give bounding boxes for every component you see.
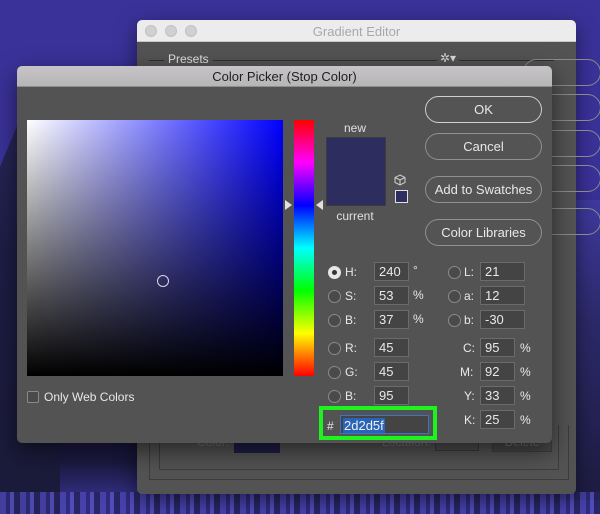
only-web-colors[interactable]: Only Web Colors <box>27 390 134 404</box>
hue-unit: ° <box>413 263 418 277</box>
new-color-swatch <box>326 137 386 171</box>
current-color-swatch[interactable] <box>326 171 386 206</box>
black-field[interactable]: 25 <box>480 410 515 429</box>
lab-l-radio[interactable] <box>448 266 461 279</box>
blue-radio[interactable] <box>328 390 341 403</box>
presets-label: Presets <box>164 52 213 66</box>
current-color-label: current <box>336 209 374 223</box>
yellow-unit: % <box>520 389 531 403</box>
hex-hash-label: # <box>327 419 334 433</box>
yellow-field[interactable]: 33 <box>480 386 515 405</box>
web-safe-color-swatch[interactable] <box>395 190 408 203</box>
hue-label: H: <box>345 265 357 279</box>
red-label: R: <box>345 341 357 355</box>
hue-slider[interactable] <box>294 120 314 376</box>
gradient-editor-titlebar: Gradient Editor <box>137 20 576 42</box>
color-cursor[interactable] <box>156 275 169 288</box>
red-radio[interactable] <box>328 342 341 355</box>
magenta-field[interactable]: 92 <box>480 362 515 381</box>
color-picker-dialog: Color Picker (Stop Color) new current OK… <box>17 66 552 443</box>
hue-slider-handle-right[interactable] <box>316 200 323 211</box>
cyan-field[interactable]: 95 <box>480 338 515 357</box>
cyan-label: C: <box>463 341 475 355</box>
green-label: G: <box>345 365 358 379</box>
green-field[interactable]: 45 <box>374 362 409 381</box>
brightness-unit: % <box>413 312 424 326</box>
green-radio[interactable] <box>328 366 341 379</box>
add-to-swatches-button[interactable]: Add to Swatches <box>425 176 542 203</box>
desktop-town <box>0 492 600 514</box>
color-libraries-button[interactable]: Color Libraries <box>425 219 542 246</box>
lab-a-radio[interactable] <box>448 290 461 303</box>
gradient-editor-title: Gradient Editor <box>312 24 401 39</box>
saturation-label: S: <box>345 289 357 303</box>
red-field[interactable]: 45 <box>374 338 409 357</box>
ok-button[interactable]: OK <box>425 96 542 123</box>
lab-b-field[interactable]: -30 <box>480 310 525 329</box>
brightness-label: B: <box>345 313 357 327</box>
new-color-label: new <box>343 121 366 135</box>
lab-l-field[interactable]: 21 <box>480 262 525 281</box>
out-of-gamut-cube-icon[interactable] <box>394 174 406 186</box>
brightness-field[interactable]: 37 <box>374 310 409 329</box>
hue-field[interactable]: 240 <box>374 262 409 281</box>
only-web-colors-checkbox[interactable] <box>27 391 39 403</box>
blue-field[interactable]: 95 <box>374 386 409 405</box>
cyan-unit: % <box>520 341 531 355</box>
only-web-colors-label: Only Web Colors <box>44 390 135 404</box>
yellow-label: Y: <box>464 389 475 403</box>
brightness-radio[interactable] <box>328 314 341 327</box>
hex-value-selection: 2d2d5f <box>343 418 385 433</box>
saturation-unit: % <box>413 288 424 302</box>
blue-label: B: <box>345 389 357 403</box>
hue-radio[interactable] <box>328 266 341 279</box>
lab-l-label: L: <box>464 265 475 279</box>
lab-a-field[interactable]: 12 <box>480 286 525 305</box>
lab-a-label: a: <box>464 289 475 303</box>
cancel-button[interactable]: Cancel <box>425 133 542 160</box>
gear-icon[interactable]: ✲▾ <box>437 51 460 65</box>
lab-b-label: b: <box>464 313 475 327</box>
magenta-unit: % <box>520 365 531 379</box>
saturation-radio[interactable] <box>328 290 341 303</box>
hue-slider-handle-left[interactable] <box>285 200 292 211</box>
lab-b-radio[interactable] <box>448 314 461 327</box>
color-picker-title: Color Picker (Stop Color) <box>17 66 552 87</box>
saturation-field[interactable]: 53 <box>374 286 409 305</box>
saturation-brightness-field[interactable] <box>27 120 283 376</box>
black-unit: % <box>520 413 531 427</box>
magenta-label: M: <box>460 365 474 379</box>
hex-field[interactable]: 2d2d5f <box>340 415 429 434</box>
black-label: K: <box>464 413 476 427</box>
